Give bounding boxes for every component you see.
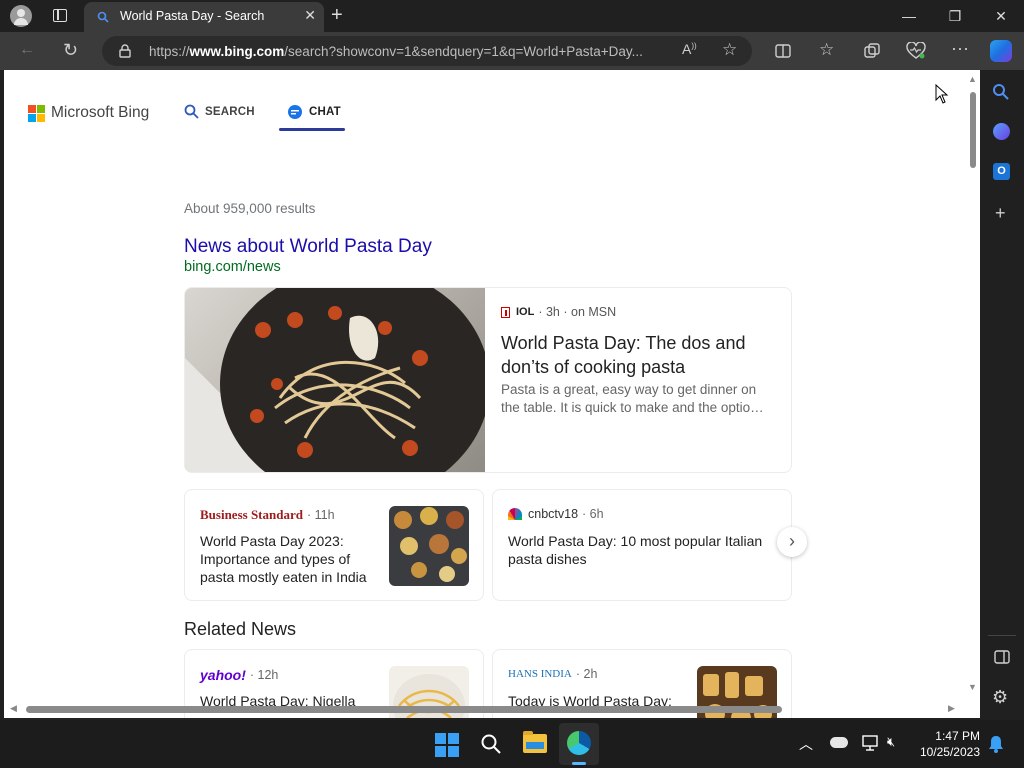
card-meta: yahoo! · 12h xyxy=(200,667,278,683)
news-card[interactable]: Business Standard · 11h World Pasta Day … xyxy=(184,489,484,601)
card-meta: cnbctv18 · 6h xyxy=(508,507,604,521)
card-publisher: Business Standard xyxy=(200,507,303,522)
microsoft-logo-icon xyxy=(28,104,45,122)
hero-news-card[interactable]: IOL · 3h · on MSN World Pasta Day: The d… xyxy=(184,287,792,473)
news-source-link[interactable]: bing.com/news xyxy=(184,259,281,275)
scroll-left-icon[interactable]: ◀ xyxy=(10,703,17,714)
results-count: About 959,000 results xyxy=(184,201,316,216)
vertical-scrollbar[interactable]: ▲ ▼ xyxy=(966,70,980,718)
horizontal-scrollbar[interactable]: ◀ ▶ xyxy=(4,700,966,718)
taskbar: ︿ 🔇︎ 1:47 PM 10/25/2023 xyxy=(0,720,1024,768)
minimize-button[interactable]: — xyxy=(886,0,932,32)
card-meta: HANS INDIA · 2h xyxy=(508,667,597,681)
card-publisher: cnbctv18 xyxy=(528,507,579,521)
bing-logo[interactable]: Microsoft Bing xyxy=(28,104,149,122)
chevron-right-icon: › xyxy=(789,531,795,551)
file-explorer-icon[interactable] xyxy=(523,731,547,753)
spices-thumbnail[interactable] xyxy=(389,506,469,586)
favorite-star-icon[interactable]: ☆ xyxy=(722,40,737,60)
bing-search-tab-icon xyxy=(97,11,109,23)
scroll-right-icon[interactable]: ▶ xyxy=(948,703,955,714)
onedrive-cloud-icon[interactable] xyxy=(830,737,848,748)
iol-logo-icon xyxy=(501,306,510,318)
read-aloud-icon[interactable]: A)) xyxy=(682,41,697,57)
news-heading-link[interactable]: News about World Pasta Day xyxy=(184,236,432,258)
card-title[interactable]: World Pasta Day: 10 most popular Italian… xyxy=(508,532,772,568)
speaker-muted-icon[interactable]: 🔇︎ xyxy=(887,734,895,750)
card-age: · 11h xyxy=(306,508,335,522)
browser-essentials-icon[interactable] xyxy=(906,42,926,60)
clock-date: 10/25/2023 xyxy=(919,745,980,759)
edge-taskbar-button[interactable] xyxy=(559,723,599,765)
hero-snippet: Pasta is a great, easy way to get dinner… xyxy=(501,382,764,415)
favorites-icon[interactable]: ☆ xyxy=(819,40,834,60)
sidebar-divider xyxy=(988,635,1016,636)
card-title[interactable]: World Pasta Day 2023: Importance and typ… xyxy=(200,532,376,586)
scroll-up-icon[interactable]: ▲ xyxy=(968,74,977,84)
card-age: · 12h xyxy=(249,668,279,682)
address-bar[interactable]: https://www.bing.com/search?showconv=1&s… xyxy=(102,36,752,66)
tab-close-icon[interactable]: ✕ xyxy=(304,7,316,24)
card-age: · 2h xyxy=(575,667,598,681)
start-windows-icon[interactable] xyxy=(435,733,459,757)
chat-scope-icon xyxy=(288,105,302,119)
scope-chat-label: CHAT xyxy=(309,106,341,118)
title-bar: World Pasta Day - Search ✕ + — ❐ ✕ xyxy=(0,0,1024,32)
tab-active[interactable]: World Pasta Day - Search ✕ xyxy=(84,2,324,32)
cnbc-peacock-icon xyxy=(508,508,522,520)
carousel-next-button[interactable]: › xyxy=(777,527,807,557)
card-age: · 6h xyxy=(582,507,604,521)
hide-sidebar-icon[interactable] xyxy=(994,650,1010,664)
scroll-down-icon[interactable]: ▼ xyxy=(968,682,977,692)
scope-search-tab[interactable]: SEARCH xyxy=(184,104,255,119)
related-news-heading: Related News xyxy=(184,619,297,639)
logo-text: Microsoft Bing xyxy=(51,104,150,121)
taskbar-search-icon[interactable] xyxy=(480,733,502,755)
search-icon[interactable] xyxy=(992,83,1010,101)
card-publisher: HANS INDIA xyxy=(508,668,572,680)
hero-title[interactable]: World Pasta Day: The dos and don’ts of c… xyxy=(501,331,771,379)
refresh-icon[interactable]: ↻ xyxy=(63,40,78,61)
url-text[interactable]: https://www.bing.com/search?showconv=1&s… xyxy=(149,44,669,59)
network-monitor-icon[interactable] xyxy=(861,734,879,752)
copilot-sidebar-icon[interactable] xyxy=(993,123,1010,140)
scope-chat-tab[interactable]: CHAT xyxy=(287,104,341,120)
back-icon[interactable]: ← xyxy=(19,41,35,59)
edge-sidebar: O + ⚙ xyxy=(980,70,1024,718)
card-meta: Business Standard · 11h xyxy=(200,507,335,523)
sidebar-settings-icon[interactable]: ⚙ xyxy=(992,687,1008,708)
edge-browser-icon xyxy=(567,731,591,755)
lock-icon[interactable] xyxy=(119,44,131,58)
clock[interactable]: 1:47 PM 10/25/2023 xyxy=(912,728,980,760)
outlook-icon[interactable]: O xyxy=(993,163,1010,180)
mouse-cursor-icon xyxy=(935,84,949,104)
hero-age: · 3h · on MSN xyxy=(538,305,617,319)
news-card[interactable]: cnbctv18 · 6h World Pasta Day: 10 most p… xyxy=(492,489,792,601)
copilot-icon[interactable] xyxy=(990,40,1012,62)
hero-publisher: IOL xyxy=(516,306,535,318)
search-scope-icon xyxy=(184,104,199,119)
close-window-button[interactable]: ✕ xyxy=(978,0,1024,32)
new-tab-button[interactable]: + xyxy=(331,4,343,27)
scope-search-label: SEARCH xyxy=(205,105,255,118)
tab-title: World Pasta Day - Search xyxy=(120,9,265,23)
horizontal-scroll-thumb[interactable] xyxy=(26,706,782,713)
active-scope-underline xyxy=(279,128,345,131)
collections-icon[interactable] xyxy=(864,43,880,59)
tab-actions-icon[interactable] xyxy=(53,9,67,22)
profile-avatar[interactable] xyxy=(10,5,32,27)
navigation-bar: ← ↻ https://www.bing.com/search?showconv… xyxy=(0,32,1024,70)
split-screen-icon[interactable] xyxy=(775,43,791,59)
restore-button[interactable]: ❐ xyxy=(932,0,978,32)
settings-more-icon[interactable]: ··· xyxy=(951,38,969,59)
vertical-scroll-thumb[interactable] xyxy=(970,92,976,168)
show-hidden-icons-chevron-icon[interactable]: ︿ xyxy=(799,734,813,754)
clock-time: 1:47 PM xyxy=(935,729,980,743)
web-page: Microsoft Bing SEARCH CHAT About 959,000… xyxy=(4,70,980,718)
hero-pasta-image[interactable] xyxy=(185,288,485,472)
hero-meta: IOL · 3h · on MSN xyxy=(501,305,616,319)
card-publisher: yahoo! xyxy=(200,667,246,683)
notifications-bell-icon[interactable] xyxy=(988,735,1004,753)
add-sidebar-app-icon[interactable]: + xyxy=(995,203,1006,224)
